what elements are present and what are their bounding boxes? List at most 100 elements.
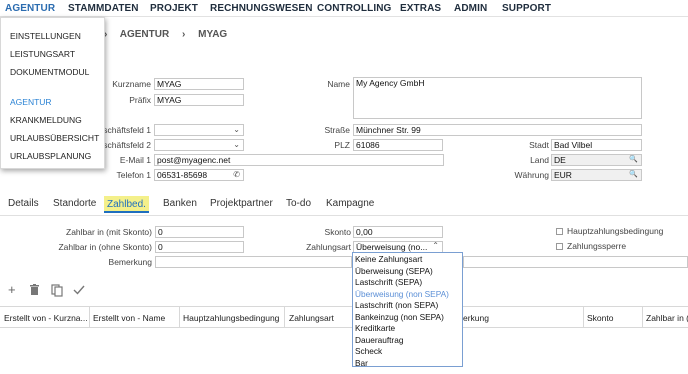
- zahlungsart-value: Überweisung (no...: [356, 242, 428, 252]
- option-dauerauftrag[interactable]: Dauerauftrag: [355, 335, 403, 345]
- column-divider: [179, 307, 180, 328]
- nav-controlling[interactable]: CONTROLLING: [317, 3, 391, 14]
- land-value: DE: [554, 155, 566, 165]
- geschaeftsfeld1-label: schäftsfeld 1: [103, 125, 151, 135]
- option-lastschrift-sepa[interactable]: Lastschrift (SEPA): [355, 277, 422, 287]
- column-zahlungsart[interactable]: Zahlungsart: [289, 313, 334, 323]
- nav-support[interactable]: SUPPORT: [502, 3, 551, 14]
- zahlbar-mit-skonto-label: Zahlbar in (mit Skonto): [66, 227, 152, 237]
- option-ueberweisung-non-sepa[interactable]: Überweisung (non SEPA): [355, 289, 449, 299]
- bemerkung-label: Bemerkung: [108, 257, 152, 267]
- tab-todo[interactable]: To-do: [286, 198, 311, 209]
- column-divider: [583, 307, 584, 328]
- nav-admin[interactable]: ADMIN: [454, 3, 487, 14]
- option-kreditkarte[interactable]: Kreditkarte: [355, 323, 395, 333]
- email-field[interactable]: post@myagenc.net: [154, 154, 444, 166]
- waehrung-label: Währung: [514, 170, 550, 180]
- tab-details[interactable]: Details: [8, 198, 39, 209]
- menu-item-urlaubsuebersicht[interactable]: URLAUBSÜBERSICHT: [10, 133, 99, 143]
- menu-item-dokumentmodul[interactable]: DOKUMENTMODUL: [10, 67, 89, 77]
- check-icon[interactable]: [73, 284, 85, 299]
- breadcrumb: › AGENTUR › MYAG: [104, 29, 237, 40]
- chevron-up-icon: ⌃: [432, 241, 439, 250]
- tab-projektpartner[interactable]: Projektpartner: [210, 198, 273, 209]
- zahlbar-mit-skonto-field[interactable]: 0: [155, 226, 244, 238]
- phone-icon[interactable]: ✆: [233, 170, 240, 180]
- nav-stammdaten[interactable]: STAMMDATEN: [68, 3, 139, 14]
- tab-standorte[interactable]: Standorte: [53, 198, 96, 209]
- strasse-field[interactable]: Münchner Str. 99: [353, 124, 642, 136]
- geschaeftsfeld2-label: schäftsfeld 2: [103, 140, 151, 150]
- breadcrumb-chevron-icon: ›: [182, 29, 186, 40]
- zahlbar-ohne-skonto-label: Zahlbar in (ohne Skonto): [58, 242, 152, 252]
- telefon-value: 06531-85698: [157, 170, 208, 180]
- email-label: E-Mail 1: [119, 155, 151, 165]
- trash-icon[interactable]: [29, 284, 40, 299]
- chevron-down-icon: ⌄: [233, 125, 240, 134]
- tab-zahlbed[interactable]: Zahlbed.: [104, 196, 149, 213]
- column-divider: [89, 307, 90, 328]
- option-bankeinzug-non-sepa[interactable]: Bankeinzug (non SEPA): [355, 312, 444, 322]
- option-scheck[interactable]: Scheck: [355, 346, 382, 356]
- name-field[interactable]: My Agency GmbH: [353, 77, 642, 119]
- column-bemerkung[interactable]: erkung: [463, 313, 489, 323]
- skonto-label: Skonto: [324, 227, 351, 237]
- breadcrumb-item-agentur[interactable]: AGENTUR: [120, 29, 169, 40]
- stadt-label: Stadt: [529, 140, 549, 150]
- zahlungsart-options-list: Keine Zahlungsart Überweisung (SEPA) Las…: [352, 252, 463, 368]
- telefon-label: Telefon 1: [116, 170, 152, 180]
- option-bar[interactable]: Bar: [355, 358, 368, 368]
- tab-kampagne[interactable]: Kampagne: [326, 198, 374, 209]
- name-label: Name: [327, 79, 350, 89]
- zahlungssperre-label: Zahlungssperre: [567, 241, 627, 251]
- menu-item-krankmeldung[interactable]: KRANKMELDUNG: [10, 115, 82, 125]
- land-field[interactable]: DE 🔍: [551, 154, 642, 166]
- zahlbar-ohne-skonto-field[interactable]: 0: [155, 241, 244, 253]
- menu-item-agentur[interactable]: AGENTUR: [10, 97, 52, 107]
- hauptzahlungsbedingung-checkbox[interactable]: [556, 228, 563, 235]
- agentur-dropdown-menu: EINSTELLUNGEN LEISTUNGSART DOKUMENTMODUL…: [0, 17, 105, 169]
- column-hauptzahlungsbedingung[interactable]: Hauptzahlungsbedingung: [183, 313, 279, 323]
- option-keine-zahlungsart[interactable]: Keine Zahlungsart: [355, 254, 422, 264]
- tab-banken[interactable]: Banken: [163, 198, 197, 209]
- plz-label: PLZ: [334, 140, 350, 150]
- nav-rechnungswesen[interactable]: RECHNUNGSWESEN: [210, 3, 313, 14]
- strasse-label: Straße: [324, 125, 350, 135]
- geschaeftsfeld2-select[interactable]: ⌄: [154, 139, 244, 151]
- column-zahlbar-in[interactable]: Zahlbar in (: [646, 313, 688, 323]
- column-erstellt-kurzname[interactable]: Erstellt von - Kurzna...: [4, 313, 88, 323]
- option-ueberweisung-sepa[interactable]: Überweisung (SEPA): [355, 266, 433, 276]
- menu-item-leistungsart[interactable]: LEISTUNGSART: [10, 49, 75, 59]
- praefix-field[interactable]: MYAG: [154, 94, 244, 106]
- menu-item-einstellungen[interactable]: EINSTELLUNGEN: [10, 31, 81, 41]
- column-divider: [284, 307, 285, 328]
- search-icon[interactable]: 🔍: [629, 155, 638, 165]
- nav-extras[interactable]: EXTRAS: [400, 3, 441, 14]
- waehrung-field[interactable]: EUR 🔍: [551, 169, 642, 181]
- waehrung-value: EUR: [554, 170, 572, 180]
- geschaeftsfeld1-select[interactable]: ⌄: [154, 124, 244, 136]
- bemerkung-field[interactable]: [155, 256, 352, 268]
- column-erstellt-name[interactable]: Erstellt von - Name: [93, 313, 165, 323]
- table-header: Erstellt von - Kurzna... Erstellt von - …: [0, 306, 688, 328]
- skonto-field[interactable]: 0,00: [353, 226, 443, 238]
- plus-icon[interactable]: +: [8, 282, 16, 297]
- nav-projekt[interactable]: PROJEKT: [150, 3, 198, 14]
- nav-agentur[interactable]: AGENTUR: [5, 3, 55, 14]
- hauptzahlungsbedingung-label: Hauptzahlungsbedingung: [567, 226, 664, 236]
- land-label: Land: [530, 155, 549, 165]
- kurzname-field[interactable]: MYAG: [154, 78, 244, 90]
- column-skonto[interactable]: Skonto: [587, 313, 613, 323]
- zahlungssperre-checkbox[interactable]: [556, 243, 563, 250]
- search-icon[interactable]: 🔍: [629, 170, 638, 180]
- menu-item-urlaubsplanung[interactable]: URLAUBSPLANUNG: [10, 151, 91, 161]
- copy-icon[interactable]: [51, 284, 63, 300]
- breadcrumb-item-myag: MYAG: [198, 29, 228, 40]
- option-lastschrift-non-sepa[interactable]: Lastschrift (non SEPA): [355, 300, 438, 310]
- column-divider: [642, 307, 643, 328]
- bemerkung-field-right[interactable]: [463, 256, 688, 268]
- telefon-field[interactable]: 06531-85698 ✆: [154, 169, 244, 181]
- zahlungsart-label: Zahlungsart: [306, 242, 351, 252]
- plz-field[interactable]: 61086: [353, 139, 443, 151]
- stadt-field[interactable]: Bad Vilbel: [551, 139, 642, 151]
